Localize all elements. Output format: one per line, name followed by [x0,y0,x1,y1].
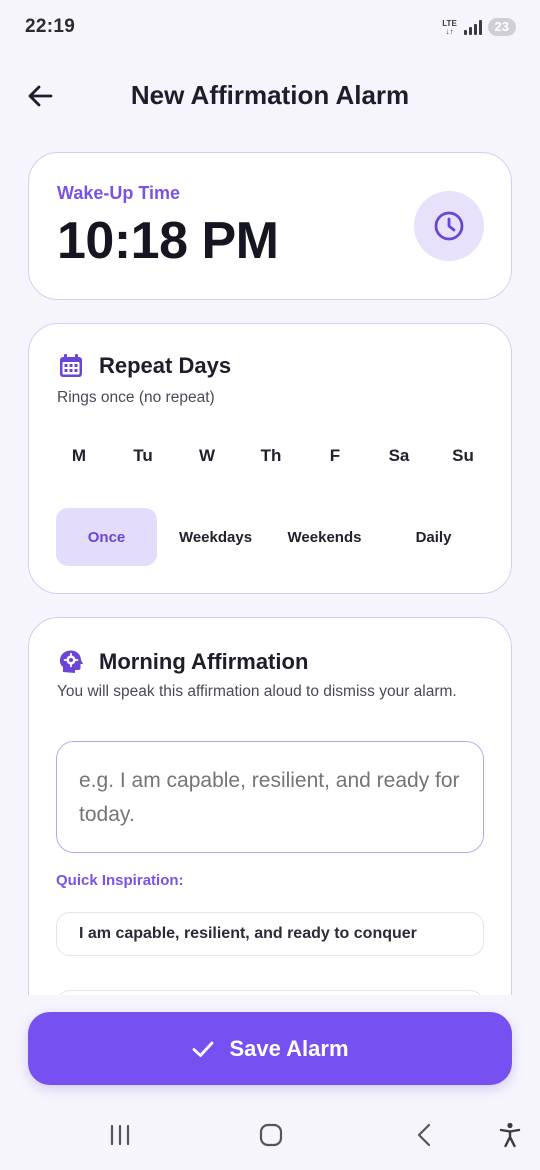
check-icon [193,1041,214,1057]
nav-home-button[interactable] [251,1120,291,1150]
repeat-days-title: Repeat Days [99,353,232,378]
day-toggle-fri[interactable]: F [307,436,363,476]
affirmation-header: Morning Affirmation [57,648,308,676]
status-indicators: LTE ↓↑ 23 [442,18,516,36]
day-toggle-mon[interactable]: M [51,436,107,476]
save-alarm-label: Save Alarm [229,1035,349,1061]
day-toggle-wed[interactable]: W [179,436,235,476]
preset-weekdays-button[interactable]: Weekdays [165,508,266,566]
head-gear-icon [59,650,83,673]
time-picker-button[interactable] [414,191,484,261]
nav-back-button[interactable] [404,1120,444,1150]
morning-affirmation-card: Morning Affirmation You will speak this … [28,617,512,1057]
affirmation-input[interactable] [56,741,484,853]
wake-up-label: Wake-Up Time [57,183,181,203]
accessibility-icon [499,1122,521,1148]
wake-up-time[interactable]: 10:18 PM [57,211,279,271]
back-icon [417,1123,431,1147]
lte-icon: LTE ↓↑ [442,19,458,36]
preset-once-button[interactable]: Once [56,508,157,566]
signal-icon [463,19,482,35]
preset-weekends-button[interactable]: Weekends [274,508,375,566]
recents-icon [110,1124,130,1146]
status-bar: 22:19 LTE ↓↑ 23 [0,0,540,56]
repeat-days-card: Repeat Days Rings once (no repeat) M Tu … [28,323,512,594]
page-title: New Affirmation Alarm [130,80,410,110]
nav-recents-button[interactable] [100,1120,140,1150]
day-toggle-thu[interactable]: Th [243,436,299,476]
suggestion-chip[interactable]: I am capable, resilient, and ready to co… [56,912,484,956]
home-icon [259,1123,283,1147]
wake-up-time-card[interactable]: Wake-Up Time 10:18 PM [28,152,512,300]
calendar-icon [60,354,82,377]
day-selector: M Tu W Th F Sa Su [51,436,491,476]
nav-accessibility-button[interactable] [490,1120,530,1150]
clock-icon [434,211,464,241]
status-time: 22:19 [25,16,76,37]
system-nav-bar [0,1100,540,1170]
data-arrows-icon: ↓↑ [445,26,454,36]
repeat-presets: Once Weekdays Weekends Daily [56,508,492,566]
day-toggle-tue[interactable]: Tu [115,436,171,476]
affirmation-description: You will speak this affirmation aloud to… [57,683,457,700]
repeat-days-header: Repeat Days [57,352,231,380]
day-toggle-sun[interactable]: Su [435,436,491,476]
battery-icon: 23 [487,18,516,36]
quick-inspiration-label: Quick Inspiration: [56,872,184,889]
repeat-days-subtitle: Rings once (no repeat) [57,389,215,406]
save-alarm-button[interactable]: Save Alarm [28,1012,512,1085]
header: New Affirmation Alarm [0,70,540,122]
affirmation-title: Morning Affirmation [99,649,309,674]
preset-daily-button[interactable]: Daily [383,508,484,566]
day-toggle-sat[interactable]: Sa [371,436,427,476]
